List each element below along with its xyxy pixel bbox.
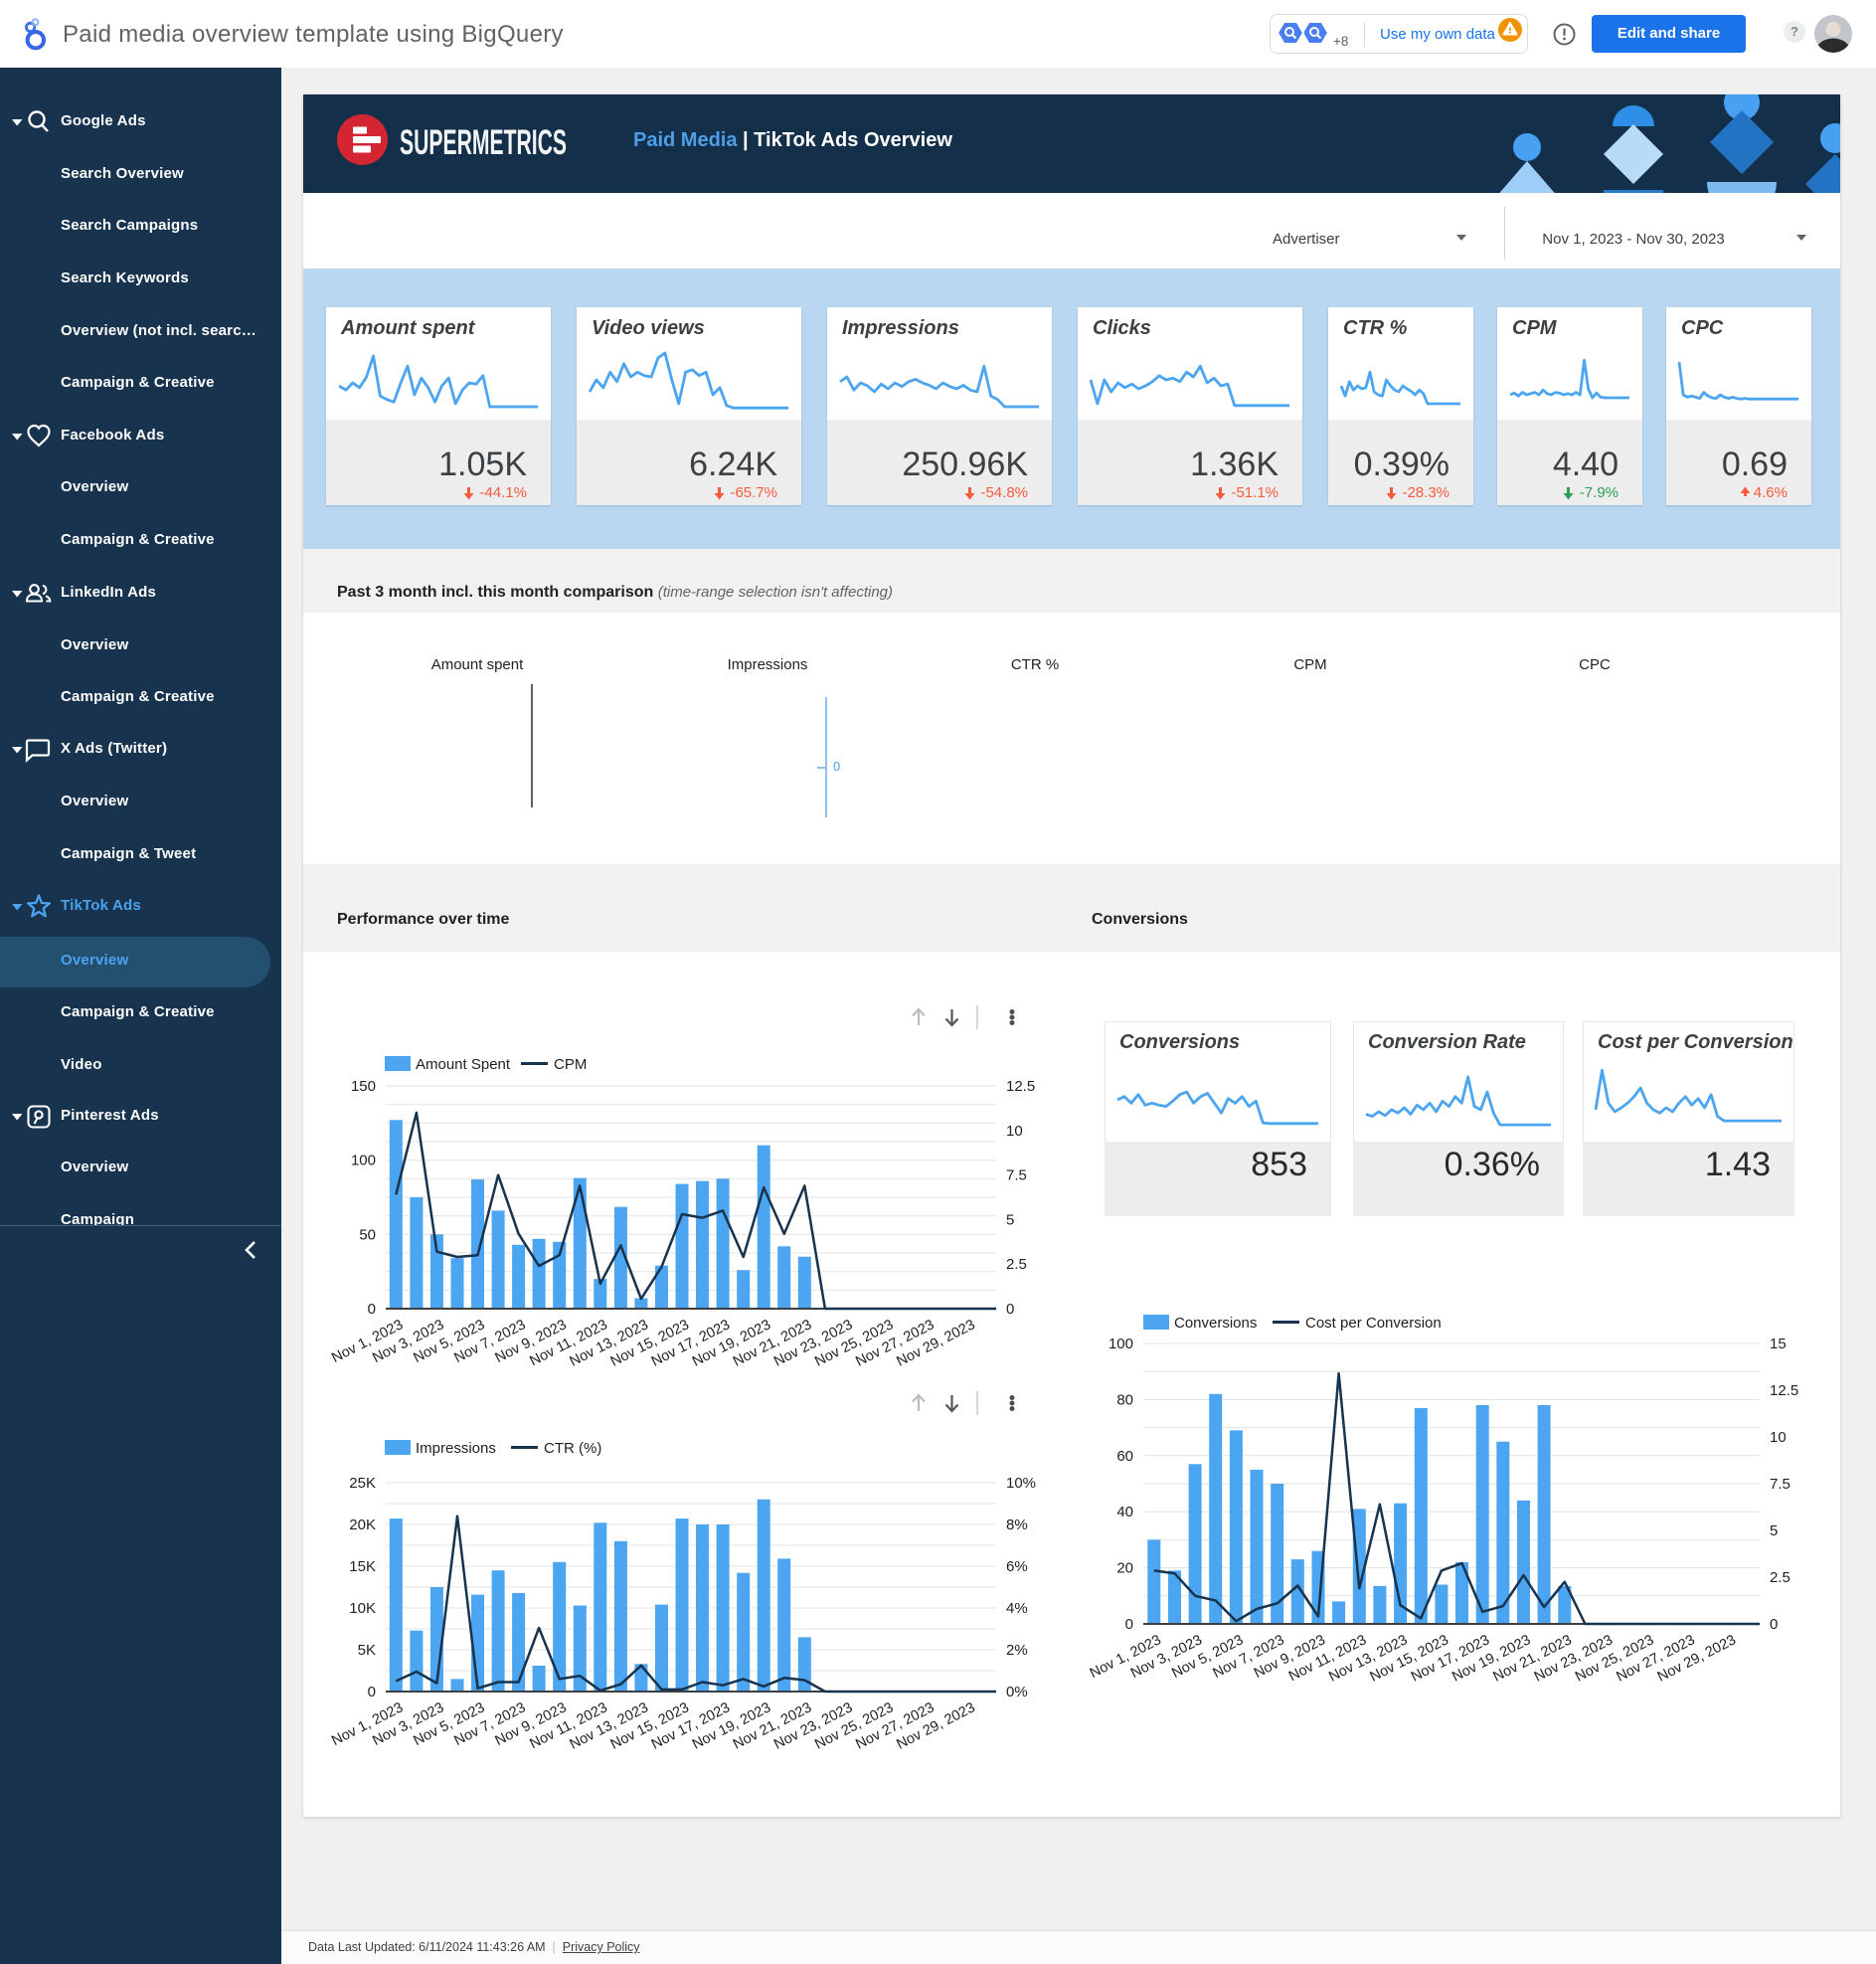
svg-text:SUPERMETRICS: SUPERMETRICS — [400, 123, 567, 162]
svg-text:Paid Media | TikTok Ads Overvi: Paid Media | TikTok Ads Overview — [633, 129, 952, 151]
